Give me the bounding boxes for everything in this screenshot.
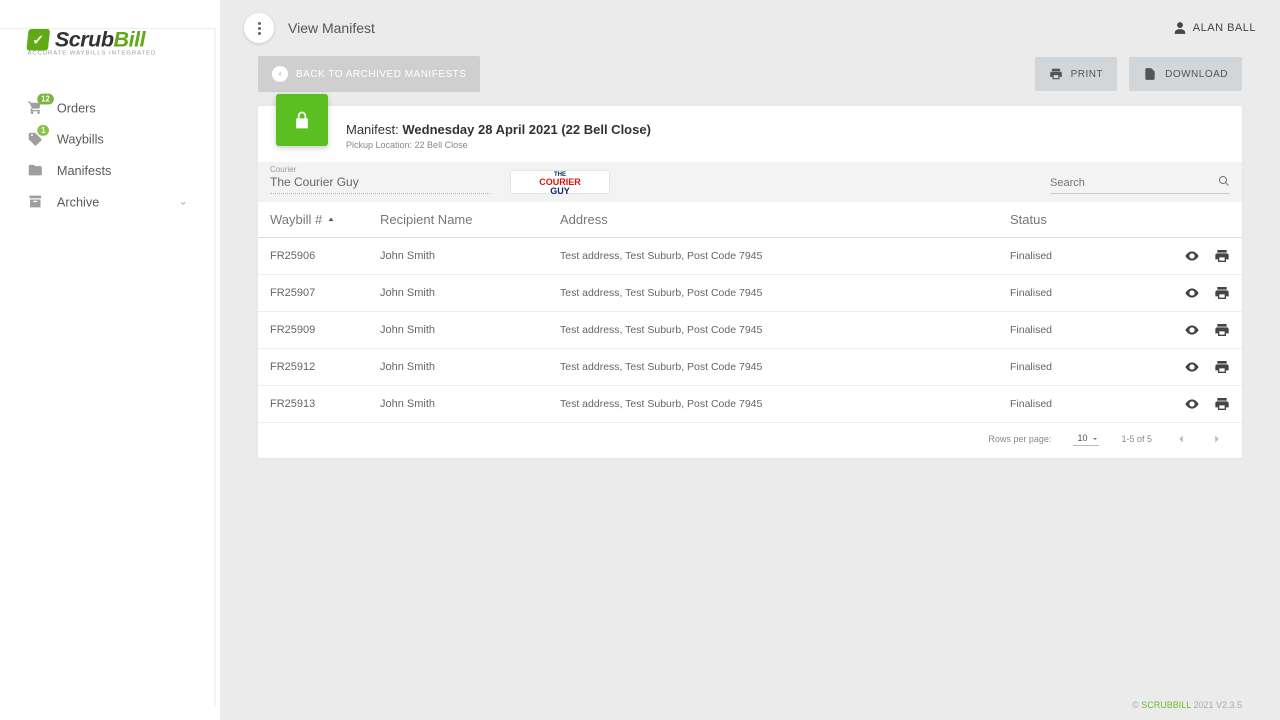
sidebar-item-label: Orders [57,100,96,115]
person-icon [1173,21,1187,35]
table-row: FR25909John SmithTest address, Test Subu… [258,312,1242,349]
rows-per-page-select[interactable]: 10 [1073,431,1099,446]
download-icon [1143,67,1157,81]
table-pager: Rows per page: 10 1-5 of 5 [258,423,1242,458]
manifest-pickup: Pickup Location: 22 Bell Close [346,140,651,150]
sidebar-item-label: Manifests [57,163,112,178]
page-title: View Manifest [288,20,375,36]
logo-text: ScrubBill [55,27,145,52]
cell-waybill: FR25912 [270,361,380,373]
cell-recipient: John Smith [380,250,540,262]
cell-status: Finalised [1010,324,1140,336]
pager-label: Rows per page: [988,434,1051,444]
back-button[interactable]: BACK TO ARCHIVED MANIFESTS [258,56,480,92]
courier-logo: THE COURIER GUY [510,170,610,194]
orders-badge: 12 [37,94,54,105]
brand-tagline: ACCURATE WAYBILLS INTEGRATED [27,51,187,57]
sidebar-item-waybills[interactable]: 1 Waybills [0,123,215,154]
chevron-down-icon [1091,435,1099,443]
view-icon[interactable] [1184,248,1200,264]
search-field[interactable] [1050,173,1230,194]
arrow-left-icon [272,66,288,82]
cell-address: Test address, Test Suburb, Post Code 794… [540,398,1010,410]
col-waybill[interactable]: Waybill # [270,212,380,227]
print-button[interactable]: PRINT [1035,57,1118,91]
cell-waybill: FR25906 [270,250,380,262]
logo-mark-icon: ✓ [26,29,50,51]
cell-address: Test address, Test Suburb, Post Code 794… [540,324,1010,336]
sidebar: ✓ ScrubBill ACCURATE WAYBILLS INTEGRATED… [0,28,216,706]
col-recipient[interactable]: Recipient Name [380,212,540,227]
cell-status: Finalised [1010,250,1140,262]
table-header: Waybill # Recipient Name Address Status [258,202,1242,238]
manifest-title: Manifest: Wednesday 28 April 2021 (22 Be… [346,122,651,137]
pager-next [1210,432,1224,446]
cell-address: Test address, Test Suburb, Post Code 794… [540,287,1010,299]
view-icon[interactable] [1184,322,1200,338]
archive-icon [27,194,43,210]
cell-address: Test address, Test Suburb, Post Code 794… [540,361,1010,373]
sidebar-item-label: Waybills [57,131,104,146]
sidebar-item-archive[interactable]: Archive ⌄ [0,186,215,217]
sidebar-item-label: Archive [57,194,99,209]
print-icon[interactable] [1214,359,1230,375]
table-row: FR25907John SmithTest address, Test Subu… [258,275,1242,312]
print-icon[interactable] [1214,285,1230,301]
cell-waybill: FR25913 [270,398,380,410]
col-address[interactable]: Address [540,212,1010,227]
search-input[interactable] [1050,173,1230,193]
view-icon[interactable] [1184,396,1200,412]
print-icon[interactable] [1214,248,1230,264]
cell-recipient: John Smith [380,361,540,373]
print-icon[interactable] [1214,322,1230,338]
waybill-table: Waybill # Recipient Name Address Status … [258,202,1242,423]
current-user[interactable]: ALAN BALL [1173,21,1256,35]
view-icon[interactable] [1184,285,1200,301]
folder-icon [27,162,43,178]
waybills-badge: 1 [37,125,49,136]
cell-recipient: John Smith [380,324,540,336]
search-icon [1218,175,1230,187]
print-icon [1049,67,1063,81]
table-row: FR25906John SmithTest address, Test Subu… [258,238,1242,275]
main: View Manifest ALAN BALL BACK TO ARCHIVED… [220,0,1280,720]
cell-address: Test address, Test Suburb, Post Code 794… [540,250,1010,262]
cell-status: Finalised [1010,361,1140,373]
pager-range: 1-5 of 5 [1121,434,1152,444]
more-vertical-icon [258,22,261,35]
view-icon[interactable] [1184,359,1200,375]
topbar: View Manifest ALAN BALL [220,0,1280,56]
cell-status: Finalised [1010,287,1140,299]
cell-waybill: FR25909 [270,324,380,336]
table-row: FR25912John SmithTest address, Test Subu… [258,349,1242,386]
manifest-card: Manifest: Wednesday 28 April 2021 (22 Be… [258,106,1242,458]
filter-bar: Courier The Courier Guy THE COURIER GUY [258,162,1242,202]
action-row: BACK TO ARCHIVED MANIFESTS PRINT DOWNLOA… [220,56,1280,106]
cell-waybill: FR25907 [270,287,380,299]
cell-recipient: John Smith [380,398,540,410]
footer: © SCRUBBILL 2021 V2.3.5 [220,690,1280,720]
chevron-down-icon: ⌄ [179,196,187,207]
print-icon[interactable] [1214,396,1230,412]
courier-select[interactable]: Courier The Courier Guy [270,173,490,194]
col-status[interactable]: Status [1010,212,1140,227]
lock-icon [276,94,328,146]
brand-logo: ✓ ScrubBill ACCURATE WAYBILLS INTEGRATED [0,27,215,72]
page-menu-button[interactable] [244,13,274,43]
sort-asc-icon [326,216,336,226]
sidebar-item-orders[interactable]: 12 Orders [0,92,215,123]
cell-recipient: John Smith [380,287,540,299]
cell-status: Finalised [1010,398,1140,410]
table-row: FR25913John SmithTest address, Test Subu… [258,386,1242,423]
download-button[interactable]: DOWNLOAD [1129,57,1242,91]
pager-prev [1174,432,1188,446]
sidebar-item-manifests[interactable]: Manifests [0,154,215,185]
